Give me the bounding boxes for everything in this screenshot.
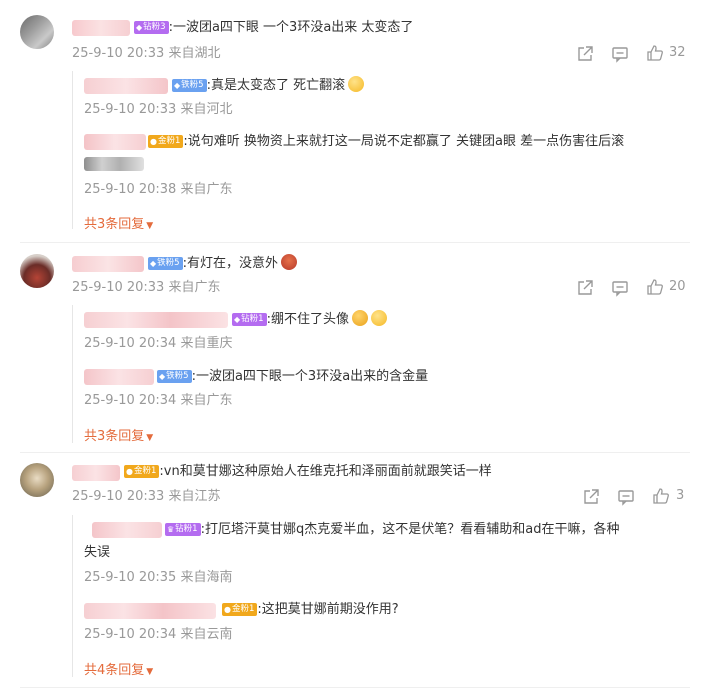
diamond-icon: ◆ [150, 259, 157, 268]
reply-text: :这把莫甘娜前期没作用? [257, 602, 399, 617]
comment-line: ● 金粉1:vn和莫甘娜这种原始人在维克托和泽丽面前就跟笑话一样 [124, 462, 492, 482]
comment-icon[interactable] [617, 488, 635, 506]
reply-thread-line [72, 515, 73, 677]
badge-label: 铁粉5 [157, 258, 180, 268]
comment-text: :一波团a四下眼 一个3环没a出来 太变态了 [168, 20, 414, 35]
expand-label: 共3条回复 [84, 429, 145, 444]
emoji-icon [280, 254, 297, 270]
share-icon[interactable] [576, 279, 594, 297]
emoji-icon [348, 76, 365, 92]
reply-meta: 25-9-10 20:38 来自广东 [84, 182, 233, 197]
avatar[interactable] [20, 254, 54, 288]
fan-badge: ● 金粉1 [124, 465, 160, 478]
reply-thread-line [72, 305, 73, 443]
share-icon[interactable] [576, 45, 594, 63]
expand-replies-button[interactable]: 共4条回复 ▼ [84, 659, 153, 678]
like-count: 3 [676, 488, 685, 503]
badge-label: 金粉1 [231, 604, 255, 614]
reply-text: :绷不住了头像 [266, 312, 349, 327]
like-icon[interactable] [646, 278, 664, 296]
fan-badge: ◆ 铁粉5 [172, 79, 207, 92]
avatar[interactable] [20, 463, 54, 497]
expand-replies-button[interactable]: 共3条回复 ▼ [84, 213, 153, 232]
reply-username[interactable] [84, 312, 228, 328]
comment-meta: 25-9-10 20:33 来自湖北 [72, 46, 221, 61]
badge-label: 钻粉1 [241, 314, 264, 324]
reply-meta: 25-9-10 20:33 来自河北 [84, 102, 233, 117]
diamond-icon: ◆ [234, 315, 241, 324]
reply-text-continued: 失误 [84, 545, 111, 560]
comment-icon[interactable] [611, 279, 629, 297]
badge-label: 金粉1 [157, 136, 181, 146]
coin-icon: ● [224, 605, 231, 614]
share-icon[interactable] [582, 488, 600, 506]
crown-icon: ♛ [167, 525, 175, 534]
reply-username[interactable] [84, 78, 168, 94]
reply-meta: 25-9-10 20:34 来自广东 [84, 393, 233, 408]
fan-badge: ◆ 铁粉5 [148, 257, 183, 270]
fan-badge: ◆ 钻粉3 [134, 21, 169, 34]
like-icon[interactable] [646, 44, 664, 62]
comment-meta: 25-9-10 20:33 来自江苏 [72, 489, 221, 504]
divider [20, 687, 690, 688]
like-count: 20 [669, 279, 686, 294]
badge-label: 铁粉5 [181, 80, 204, 90]
reply-line: ◆ 铁粉5:真是太变态了 死亡翻滚 [172, 76, 365, 96]
username[interactable] [72, 256, 144, 272]
reply-text: :说句难听 换物资上来就打这一局说不定都赢了 关键团a眼 差一点伤害往后滚 [183, 134, 625, 149]
username[interactable] [72, 20, 130, 36]
reply-text: :一波团a四下眼一个3环没a出来的含金量 [191, 369, 429, 384]
emoji-icon [370, 310, 387, 326]
reply-line: ● 金粉1:说句难听 换物资上来就打这一局说不定都赢了 关键团a眼 差一点伤害往后… [148, 132, 624, 152]
reply-text: :真是太变态了 死亡翻滚 [206, 78, 346, 93]
comment-icon[interactable] [611, 45, 629, 63]
blurred-image [84, 157, 144, 171]
reply-line: ♛ 钻粉1:打厄塔汗莫甘娜q杰克爱半血，这不是伏笔？看看辅助和ad在干嘛，各种 [165, 520, 619, 540]
badge-label: 铁粉5 [166, 371, 189, 381]
diamond-icon: ◆ [159, 372, 166, 381]
caret-down-icon: ▼ [146, 667, 154, 677]
reply-meta: 25-9-10 20:35 来自海南 [84, 570, 233, 585]
caret-down-icon: ▼ [146, 221, 154, 231]
fan-badge: ◆ 钻粉1 [232, 313, 267, 326]
coin-icon: ● [126, 467, 133, 476]
divider [20, 242, 690, 243]
caret-down-icon: ▼ [146, 433, 154, 443]
badge-label: 金粉1 [133, 466, 157, 476]
reply-line: ◆ 钻粉1:绷不住了头像 [232, 310, 387, 330]
comment-line: ◆ 铁粉5:有灯在，没意外 [148, 254, 297, 274]
reply-line: ◆ 铁粉5:一波团a四下眼一个3环没a出来的含金量 [157, 367, 428, 387]
fan-badge: ◆ 铁粉5 [157, 370, 192, 383]
badge-label: 钻粉1 [175, 524, 198, 534]
diamond-icon: ◆ [174, 81, 181, 90]
comment-text: :vn和莫甘娜这种原始人在维克托和泽丽面前就跟笑话一样 [159, 464, 492, 479]
username[interactable] [72, 465, 120, 481]
coin-icon: ● [150, 137, 157, 146]
like-icon[interactable] [652, 487, 670, 505]
reply-username[interactable] [84, 369, 154, 385]
reply-meta: 25-9-10 20:34 来自云南 [84, 627, 233, 642]
comment-line: ◆ 钻粉3:一波团a四下眼 一个3环没a出来 太变态了 [134, 18, 413, 38]
comment-text: :有灯在，没意外 [182, 256, 278, 271]
comment-meta: 25-9-10 20:33 来自广东 [72, 280, 221, 295]
fan-badge: ♛ 钻粉1 [165, 523, 201, 536]
expand-replies-button[interactable]: 共3条回复 ▼ [84, 425, 153, 444]
like-count: 32 [669, 45, 686, 60]
diamond-icon: ◆ [136, 23, 143, 32]
expand-label: 共4条回复 [84, 663, 145, 678]
reply-username[interactable] [92, 522, 162, 538]
reply-username[interactable] [84, 603, 216, 619]
avatar[interactable] [20, 15, 54, 49]
reply-text: :打厄塔汗莫甘娜q杰克爱半血，这不是伏笔？看看辅助和ad在干嘛，各种 [200, 522, 620, 537]
badge-label: 钻粉3 [143, 22, 166, 32]
fan-badge: ● 金粉1 [222, 603, 258, 616]
reply-username[interactable] [84, 134, 146, 150]
emoji-icon [351, 310, 368, 326]
reply-meta: 25-9-10 20:34 来自重庆 [84, 336, 233, 351]
reply-line: ● 金粉1:这把莫甘娜前期没作用? [222, 600, 399, 620]
reply-thread-line [72, 71, 73, 229]
divider [20, 452, 690, 453]
expand-label: 共3条回复 [84, 217, 145, 232]
fan-badge: ● 金粉1 [148, 135, 184, 148]
